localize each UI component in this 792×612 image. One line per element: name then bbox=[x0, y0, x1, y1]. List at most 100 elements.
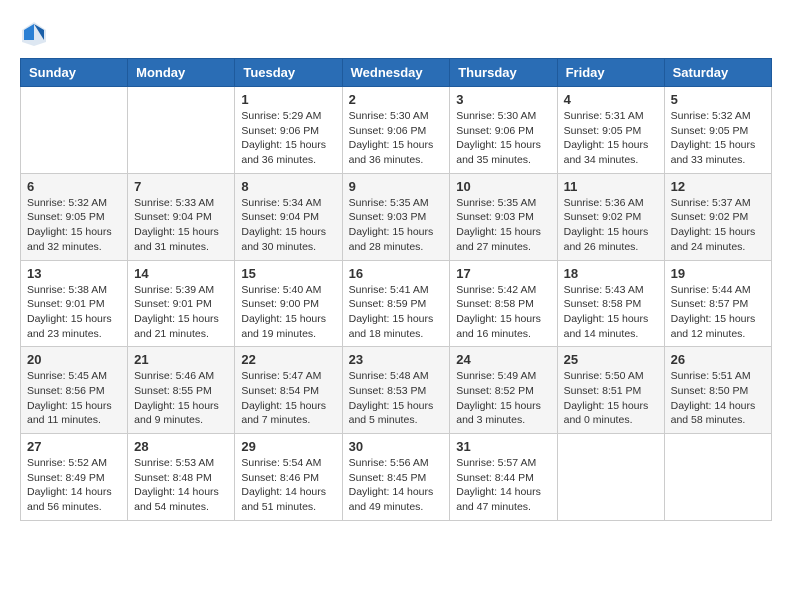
day-info: Sunrise: 5:44 AM Sunset: 8:57 PM Dayligh… bbox=[671, 283, 765, 342]
calendar-cell: 1Sunrise: 5:29 AM Sunset: 9:06 PM Daylig… bbox=[235, 87, 342, 174]
calendar-cell: 2 Sunrise: 5:30 AM Sunset: 9:06 PM Daylig… bbox=[342, 87, 450, 174]
day-info: Sunrise: 5:43 AM Sunset: 8:58 PM Dayligh… bbox=[564, 283, 658, 342]
day-number: 20 bbox=[27, 352, 121, 367]
calendar-cell: 5 Sunrise: 5:32 AM Sunset: 9:05 PM Daylig… bbox=[664, 87, 771, 174]
weekday-header-thursday: Thursday bbox=[450, 59, 557, 87]
weekday-header-friday: Friday bbox=[557, 59, 664, 87]
day-info: Sunrise: 5:45 AM Sunset: 8:56 PM Dayligh… bbox=[27, 369, 121, 428]
day-number: 2 bbox=[349, 92, 444, 107]
day-number: 7 bbox=[134, 179, 228, 194]
calendar-cell: 10 Sunrise: 5:35 AM Sunset: 9:03 PM Dayli… bbox=[450, 173, 557, 260]
day-number: 15 bbox=[241, 266, 335, 281]
calendar-cell: 23 Sunrise: 5:48 AM Sunset: 8:53 PM Dayli… bbox=[342, 347, 450, 434]
calendar-cell: 21 Sunrise: 5:46 AM Sunset: 8:55 PM Dayli… bbox=[128, 347, 235, 434]
day-number: 30 bbox=[349, 439, 444, 454]
day-info: Sunrise: 5:40 AM Sunset: 9:00 PM Dayligh… bbox=[241, 283, 335, 342]
calendar-cell: 22 Sunrise: 5:47 AM Sunset: 8:54 PM Dayli… bbox=[235, 347, 342, 434]
calendar-table: SundayMondayTuesdayWednesdayThursdayFrid… bbox=[20, 58, 772, 521]
day-info: Sunrise: 5:52 AM Sunset: 8:49 PM Dayligh… bbox=[27, 456, 121, 515]
day-number: 19 bbox=[671, 266, 765, 281]
day-info: Sunrise: 5:32 AM Sunset: 9:05 PM Dayligh… bbox=[671, 109, 765, 168]
day-number: 22 bbox=[241, 352, 335, 367]
calendar-cell: 27 Sunrise: 5:52 AM Sunset: 8:49 PM Dayli… bbox=[21, 434, 128, 521]
calendar-cell: 11 Sunrise: 5:36 AM Sunset: 9:02 PM Dayli… bbox=[557, 173, 664, 260]
calendar-cell: 13 Sunrise: 5:38 AM Sunset: 9:01 PM Dayli… bbox=[21, 260, 128, 347]
weekday-header-saturday: Saturday bbox=[664, 59, 771, 87]
calendar-cell: 17 Sunrise: 5:42 AM Sunset: 8:58 PM Dayli… bbox=[450, 260, 557, 347]
weekday-header-sunday: Sunday bbox=[21, 59, 128, 87]
day-info: Sunrise: 5:42 AM Sunset: 8:58 PM Dayligh… bbox=[456, 283, 550, 342]
day-number: 11 bbox=[564, 179, 658, 194]
calendar-cell: 12 Sunrise: 5:37 AM Sunset: 9:02 PM Dayli… bbox=[664, 173, 771, 260]
calendar-cell: 26Sunrise: 5:51 AM Sunset: 8:50 PM Dayli… bbox=[664, 347, 771, 434]
day-number: 16 bbox=[349, 266, 444, 281]
day-info: Sunrise: 5:47 AM Sunset: 8:54 PM Dayligh… bbox=[241, 369, 335, 428]
calendar-cell: 3 Sunrise: 5:30 AM Sunset: 9:06 PM Daylig… bbox=[450, 87, 557, 174]
day-info: Sunrise: 5:35 AM Sunset: 9:03 PM Dayligh… bbox=[456, 196, 550, 255]
calendar-cell: 20 Sunrise: 5:45 AM Sunset: 8:56 PM Dayli… bbox=[21, 347, 128, 434]
day-info: Sunrise: 5:33 AM Sunset: 9:04 PM Dayligh… bbox=[134, 196, 228, 255]
day-number: 5 bbox=[671, 92, 765, 107]
calendar-cell: 7 Sunrise: 5:33 AM Sunset: 9:04 PM Daylig… bbox=[128, 173, 235, 260]
day-info: Sunrise: 5:30 AM Sunset: 9:06 PM Dayligh… bbox=[456, 109, 550, 168]
day-info: Sunrise: 5:38 AM Sunset: 9:01 PM Dayligh… bbox=[27, 283, 121, 342]
calendar-header-row: SundayMondayTuesdayWednesdayThursdayFrid… bbox=[21, 59, 772, 87]
day-number: 24 bbox=[456, 352, 550, 367]
calendar-cell bbox=[557, 434, 664, 521]
calendar-cell: 15 Sunrise: 5:40 AM Sunset: 9:00 PM Dayli… bbox=[235, 260, 342, 347]
day-info: Sunrise: 5:46 AM Sunset: 8:55 PM Dayligh… bbox=[134, 369, 228, 428]
calendar-cell: 6Sunrise: 5:32 AM Sunset: 9:05 PM Daylig… bbox=[21, 173, 128, 260]
day-number: 4 bbox=[564, 92, 658, 107]
day-number: 1 bbox=[241, 92, 335, 107]
calendar-cell bbox=[128, 87, 235, 174]
day-number: 6 bbox=[27, 179, 121, 194]
calendar-cell: 4 Sunrise: 5:31 AM Sunset: 9:05 PM Daylig… bbox=[557, 87, 664, 174]
day-number: 25 bbox=[564, 352, 658, 367]
day-info: Sunrise: 5:54 AM Sunset: 8:46 PM Dayligh… bbox=[241, 456, 335, 515]
calendar-cell: 14Sunrise: 5:39 AM Sunset: 9:01 PM Dayli… bbox=[128, 260, 235, 347]
day-number: 23 bbox=[349, 352, 444, 367]
day-number: 3 bbox=[456, 92, 550, 107]
day-number: 14 bbox=[134, 266, 228, 281]
calendar-cell: 19 Sunrise: 5:44 AM Sunset: 8:57 PM Dayli… bbox=[664, 260, 771, 347]
day-info: Sunrise: 5:35 AM Sunset: 9:03 PM Dayligh… bbox=[349, 196, 444, 255]
day-number: 9 bbox=[349, 179, 444, 194]
day-info: Sunrise: 5:37 AM Sunset: 9:02 PM Dayligh… bbox=[671, 196, 765, 255]
day-number: 31 bbox=[456, 439, 550, 454]
day-info: Sunrise: 5:36 AM Sunset: 9:02 PM Dayligh… bbox=[564, 196, 658, 255]
calendar-week-row: 27 Sunrise: 5:52 AM Sunset: 8:49 PM Dayli… bbox=[21, 434, 772, 521]
day-number: 21 bbox=[134, 352, 228, 367]
weekday-header-wednesday: Wednesday bbox=[342, 59, 450, 87]
logo bbox=[20, 20, 52, 48]
calendar-cell bbox=[664, 434, 771, 521]
calendar-week-row: 20 Sunrise: 5:45 AM Sunset: 8:56 PM Dayli… bbox=[21, 347, 772, 434]
day-info: Sunrise: 5:56 AM Sunset: 8:45 PM Dayligh… bbox=[349, 456, 444, 515]
calendar-week-row: 13 Sunrise: 5:38 AM Sunset: 9:01 PM Dayli… bbox=[21, 260, 772, 347]
calendar-week-row: 6Sunrise: 5:32 AM Sunset: 9:05 PM Daylig… bbox=[21, 173, 772, 260]
day-info: Sunrise: 5:49 AM Sunset: 8:52 PM Dayligh… bbox=[456, 369, 550, 428]
day-info: Sunrise: 5:50 AM Sunset: 8:51 PM Dayligh… bbox=[564, 369, 658, 428]
day-number: 18 bbox=[564, 266, 658, 281]
day-info: Sunrise: 5:31 AM Sunset: 9:05 PM Dayligh… bbox=[564, 109, 658, 168]
calendar-cell: 29Sunrise: 5:54 AM Sunset: 8:46 PM Dayli… bbox=[235, 434, 342, 521]
calendar-cell: 30 Sunrise: 5:56 AM Sunset: 8:45 PM Dayli… bbox=[342, 434, 450, 521]
day-number: 27 bbox=[27, 439, 121, 454]
day-number: 17 bbox=[456, 266, 550, 281]
day-info: Sunrise: 5:53 AM Sunset: 8:48 PM Dayligh… bbox=[134, 456, 228, 515]
day-info: Sunrise: 5:41 AM Sunset: 8:59 PM Dayligh… bbox=[349, 283, 444, 342]
weekday-header-monday: Monday bbox=[128, 59, 235, 87]
day-info: Sunrise: 5:30 AM Sunset: 9:06 PM Dayligh… bbox=[349, 109, 444, 168]
day-info: Sunrise: 5:57 AM Sunset: 8:44 PM Dayligh… bbox=[456, 456, 550, 515]
calendar-cell: 9 Sunrise: 5:35 AM Sunset: 9:03 PM Daylig… bbox=[342, 173, 450, 260]
weekday-header-tuesday: Tuesday bbox=[235, 59, 342, 87]
page-header bbox=[20, 20, 772, 48]
day-info: Sunrise: 5:48 AM Sunset: 8:53 PM Dayligh… bbox=[349, 369, 444, 428]
calendar-cell: 18 Sunrise: 5:43 AM Sunset: 8:58 PM Dayli… bbox=[557, 260, 664, 347]
calendar-cell: 16 Sunrise: 5:41 AM Sunset: 8:59 PM Dayli… bbox=[342, 260, 450, 347]
day-info: Sunrise: 5:51 AM Sunset: 8:50 PM Dayligh… bbox=[671, 369, 765, 428]
day-number: 12 bbox=[671, 179, 765, 194]
calendar-cell: 28Sunrise: 5:53 AM Sunset: 8:48 PM Dayli… bbox=[128, 434, 235, 521]
day-number: 13 bbox=[27, 266, 121, 281]
day-info: Sunrise: 5:34 AM Sunset: 9:04 PM Dayligh… bbox=[241, 196, 335, 255]
day-number: 10 bbox=[456, 179, 550, 194]
